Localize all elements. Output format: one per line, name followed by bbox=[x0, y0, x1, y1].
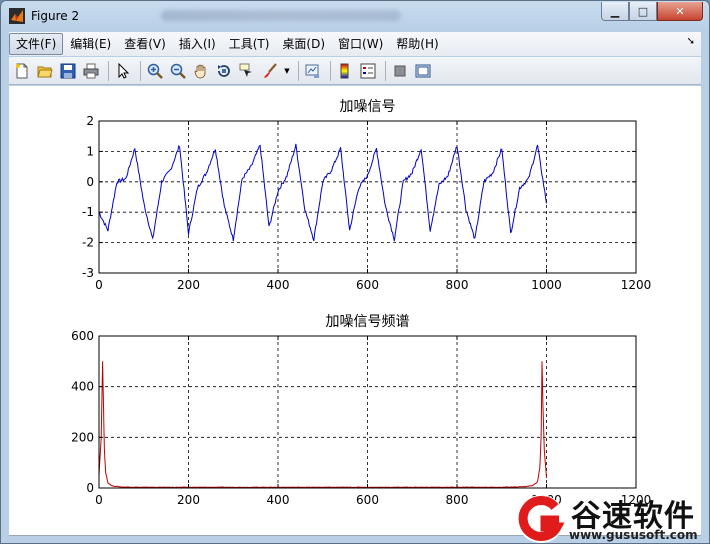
brush-dropdown[interactable]: ▼ bbox=[283, 61, 291, 81]
spectrum-xtick-label: 0 bbox=[95, 493, 103, 507]
spectrum-xtick-label: 400 bbox=[267, 493, 290, 507]
spectrum-xtick-label: 600 bbox=[356, 493, 379, 507]
spectrum-axes-box bbox=[98, 335, 637, 489]
menu-file[interactable]: 文件(F) bbox=[9, 33, 64, 55]
spectrum-ytick-label: 400 bbox=[71, 380, 94, 394]
toolbar-separator bbox=[108, 60, 109, 81]
toolbar-separator bbox=[385, 60, 386, 81]
spectrum-ytick-label: 200 bbox=[71, 430, 94, 444]
spectrum-ytick-label: 600 bbox=[71, 329, 94, 343]
save-icon bbox=[60, 63, 76, 78]
spectrum-ytick-label: 0 bbox=[86, 481, 94, 495]
zoom-in-button[interactable] bbox=[145, 61, 165, 81]
zoom-out-button[interactable] bbox=[168, 61, 188, 81]
data-cursor-button[interactable] bbox=[237, 61, 257, 81]
spectrum-chart-svg: 加噪信号频谱0200400600800100012000200400600 bbox=[71, 314, 651, 507]
rotate-3d-icon bbox=[218, 64, 230, 77]
rotate-3d-button[interactable] bbox=[214, 61, 234, 81]
minimize-button[interactable]: ▁ bbox=[601, 2, 629, 21]
spectrum-title: 加噪信号频谱 bbox=[326, 314, 410, 330]
link-plot-icon bbox=[305, 64, 319, 78]
show-plot-tools-button[interactable] bbox=[413, 61, 433, 81]
brush-icon bbox=[264, 62, 277, 78]
window-title: Figure 2 bbox=[31, 9, 80, 23]
print-button[interactable] bbox=[81, 61, 101, 81]
colorbar-icon bbox=[340, 63, 349, 78]
zoom-in-icon bbox=[147, 63, 163, 79]
spectrum-xtick-label: 800 bbox=[446, 493, 469, 507]
maximize-button[interactable]: □ bbox=[629, 2, 657, 21]
maximize-icon: □ bbox=[637, 4, 649, 18]
show-plot-tools-icon bbox=[415, 64, 431, 77]
data-cursor-icon bbox=[239, 63, 252, 77]
new-figure-button[interactable] bbox=[12, 61, 32, 81]
gususoft-logo-icon bbox=[517, 495, 565, 543]
hide-plot-tools-icon bbox=[394, 65, 406, 76]
blurred-title-area bbox=[161, 10, 401, 21]
watermark-url: www.gususoft.com bbox=[569, 528, 698, 542]
menu-tools[interactable]: 工具(T) bbox=[223, 34, 276, 54]
title-bar[interactable]: Figure 2 ▁ □ ✕ bbox=[1, 1, 709, 31]
watermark: 谷速软件 www.gususoft.com bbox=[511, 489, 709, 543]
select-arrow-icon bbox=[118, 62, 130, 79]
dock-arrow-icon[interactable]: ➘ bbox=[687, 36, 695, 47]
spectrum-series-line bbox=[98, 361, 547, 489]
print-icon bbox=[83, 63, 99, 78]
pan-button[interactable] bbox=[191, 61, 211, 81]
brush-button[interactable] bbox=[260, 61, 280, 81]
toolbar-separator bbox=[140, 60, 141, 81]
figure-toolbar: ▼ bbox=[9, 57, 701, 85]
save-button[interactable] bbox=[58, 61, 78, 81]
new-figure-icon bbox=[16, 63, 28, 78]
legend-icon bbox=[360, 63, 376, 78]
chevron-down-icon: ▼ bbox=[284, 66, 290, 75]
select-arrow-button[interactable] bbox=[113, 61, 133, 81]
figure-canvas[interactable]: 加噪信号 0 200 400 600 800 1000 1200 -3 -2 -1 0 1 2 加噪信号频… bbox=[9, 86, 701, 536]
legend-button[interactable] bbox=[358, 61, 378, 81]
colorbar-button[interactable] bbox=[335, 61, 355, 81]
minimize-icon: ▁ bbox=[610, 4, 620, 18]
hide-plot-tools-button[interactable] bbox=[390, 61, 410, 81]
spectrum-xtick-label: 200 bbox=[177, 493, 200, 507]
toolbar-separator bbox=[330, 60, 331, 81]
menu-desktop[interactable]: 桌面(D) bbox=[276, 34, 331, 54]
open-file-icon bbox=[37, 66, 53, 77]
menu-view[interactable]: 查看(V) bbox=[118, 34, 172, 54]
menu-window[interactable]: 窗口(W) bbox=[332, 34, 389, 54]
close-button[interactable]: ✕ bbox=[657, 2, 703, 21]
pan-hand-icon bbox=[194, 64, 206, 78]
close-icon: ✕ bbox=[675, 4, 685, 18]
matlab-icon bbox=[9, 8, 25, 24]
open-file-button[interactable] bbox=[35, 61, 55, 81]
menu-help[interactable]: 帮助(H) bbox=[390, 34, 444, 54]
figure-window: Figure 2 ▁ □ ✕ 文件(F) 编辑(E) 查看(V) 插入(I) 工… bbox=[0, 0, 710, 544]
menu-bar: 文件(F) 编辑(E) 查看(V) 插入(I) 工具(T) 桌面(D) 窗口(W… bbox=[9, 32, 701, 56]
link-plot-button[interactable] bbox=[303, 61, 323, 81]
toolbar-separator bbox=[298, 60, 299, 81]
menu-insert[interactable]: 插入(I) bbox=[173, 34, 222, 54]
menu-edit[interactable]: 编辑(E) bbox=[64, 34, 117, 54]
zoom-out-icon bbox=[170, 63, 186, 79]
